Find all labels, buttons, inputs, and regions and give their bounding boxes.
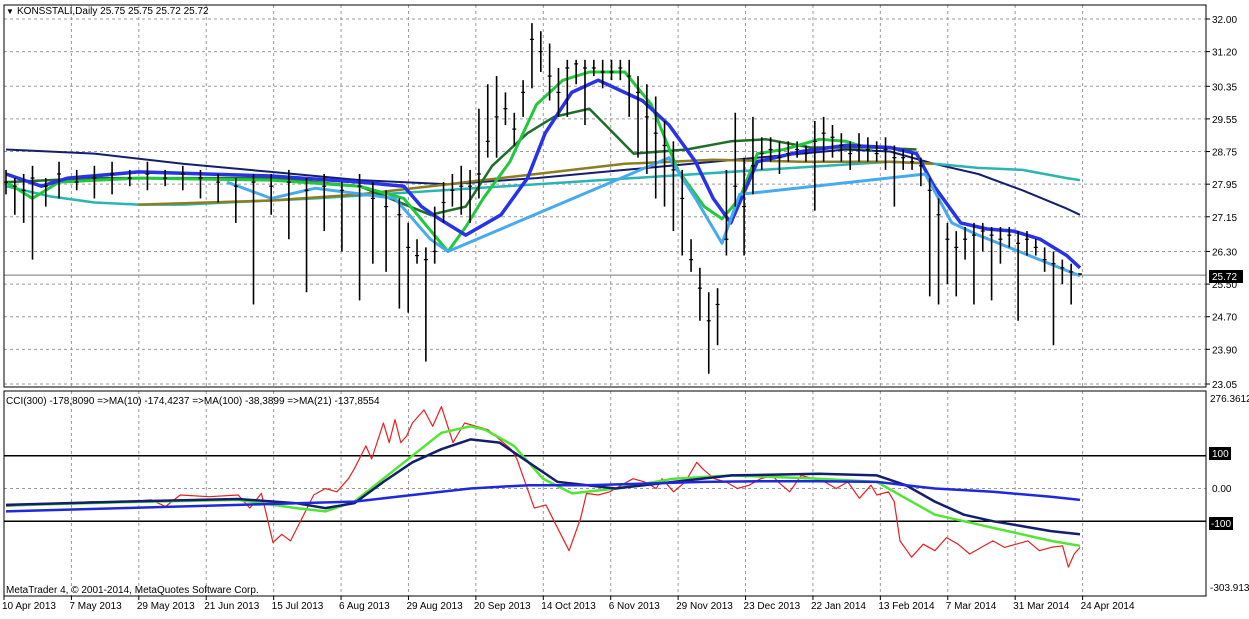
indicator-axis-label: 0.00 xyxy=(1212,484,1232,495)
price-axis-label: 30.35 xyxy=(1212,82,1237,93)
price-axis-label: 27.15 xyxy=(1212,213,1237,224)
time-axis-label: 29 May 2013 xyxy=(137,601,195,612)
cci-level-tag-upper-text: 100 xyxy=(1212,449,1229,460)
indicator-header: CCI(300) -178,8090 =>MA(10) -174,4237 =>… xyxy=(6,396,380,407)
price-axis-label: 24.70 xyxy=(1212,313,1237,324)
time-axis-label: 10 Apr 2013 xyxy=(2,601,56,612)
time-axis-label: 13 Feb 2014 xyxy=(878,601,935,612)
time-axis-label: 29 Nov 2013 xyxy=(676,601,733,612)
price-axis-label: 26.30 xyxy=(1212,247,1237,258)
time-axis-label: 20 Sep 2013 xyxy=(474,601,531,612)
symbol-header: KONSSTALI,Daily 25.75 25.75 25.72 25.72 xyxy=(17,6,209,17)
cci-level-tag-lower-text: -100 xyxy=(1211,519,1231,530)
time-axis-label: 31 Mar 2014 xyxy=(1013,601,1070,612)
price-ma-line-4 xyxy=(5,70,873,253)
indicator-axis-label: 276.3612 xyxy=(1210,394,1249,405)
price-panel-frame xyxy=(3,4,1207,388)
chart-canvas[interactable]: 32.00 31.20 30.35 29.55 28.75 27.95 27.15 26.30… xyxy=(0,0,1249,614)
chart-menu-arrow-icon[interactable]: ▼ xyxy=(6,7,14,16)
price-grid xyxy=(3,5,1206,387)
price-axis-label: 29.55 xyxy=(1212,115,1237,126)
price-axis-label: 31.20 xyxy=(1212,48,1237,59)
time-axis-label: 7 May 2013 xyxy=(69,601,122,612)
time-axis-label: 7 Mar 2014 xyxy=(946,601,997,612)
indicator-axis-label: -303.913 xyxy=(1210,583,1249,594)
time-axis-label: 21 Jun 2013 xyxy=(204,601,259,612)
price-axis: 32.00 31.20 30.35 29.55 28.75 27.95 27.15 26.30… xyxy=(1206,15,1237,391)
copyright-text: MetaTrader 4, © 2001-2014, MetaQuotes So… xyxy=(6,585,259,596)
cci-level-tag-upper: 100 xyxy=(1209,447,1231,460)
price-tag: 25.72 xyxy=(1209,270,1243,283)
time-axis-label: 29 Aug 2013 xyxy=(406,601,463,612)
price-tag-text: 25.72 xyxy=(1212,272,1237,283)
time-axis-label: 6 Nov 2013 xyxy=(609,601,661,612)
chart-window: 32.00 31.20 30.35 29.55 28.75 27.95 27.15 26.30… xyxy=(0,0,1249,614)
price-axis-label: 28.75 xyxy=(1212,148,1237,159)
indicator-axis: 276.3612 0.00 -303.913 xyxy=(1210,394,1249,594)
price-axis-label: 23.05 xyxy=(1212,380,1237,391)
price-axis-label: 32.00 xyxy=(1212,15,1237,26)
price-axis-label: 27.95 xyxy=(1212,180,1237,191)
cci-level-tag-lower: -100 xyxy=(1209,517,1233,530)
time-axis-label: 24 Apr 2014 xyxy=(1081,601,1135,612)
price-axis-label: 23.90 xyxy=(1212,345,1237,356)
time-axis-label: 6 Aug 2013 xyxy=(339,601,390,612)
time-axis: 10 Apr 2013 7 May 2013 29 May 2013 21 Jun 2… xyxy=(2,596,1135,612)
time-axis-label: 15 Jul 2013 xyxy=(272,601,324,612)
time-axis-label: 14 Oct 2013 xyxy=(541,601,596,612)
time-axis-label: 22 Jan 2014 xyxy=(811,601,866,612)
time-axis-label: 23 Dec 2013 xyxy=(744,601,801,612)
